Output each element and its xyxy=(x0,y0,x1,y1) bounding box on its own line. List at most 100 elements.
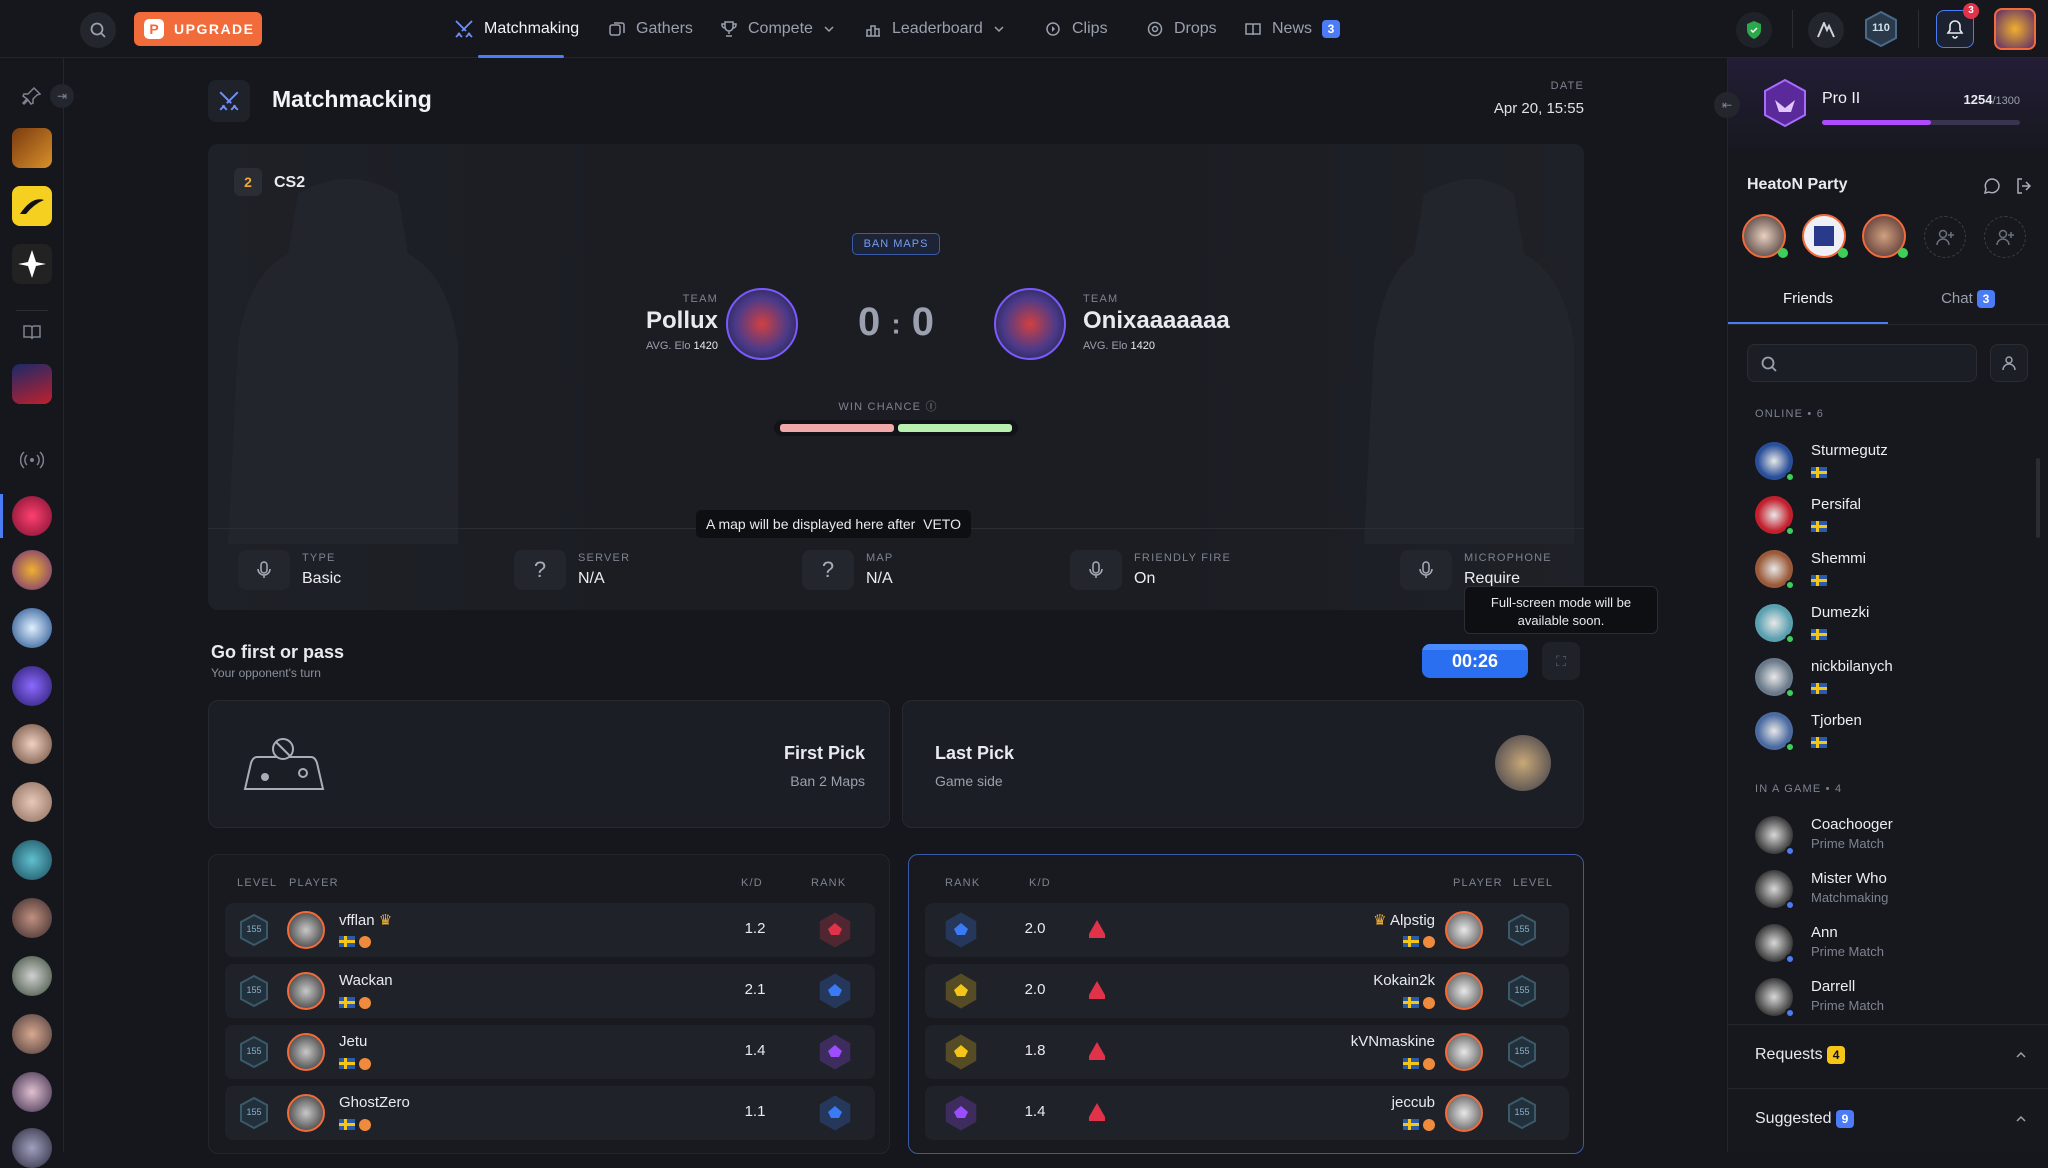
t1-header-level: LEVEL xyxy=(237,877,278,889)
table-row[interactable]: 155 GhostZero 1.1 xyxy=(225,1086,875,1140)
player-name[interactable]: jeccub xyxy=(1225,1094,1435,1111)
friend-item[interactable]: Persifal xyxy=(1755,492,2035,540)
collapse-panel-button[interactable]: ⇤ xyxy=(1714,92,1740,118)
nav-gathers[interactable]: Gathers xyxy=(608,0,693,58)
book-icon[interactable] xyxy=(22,322,42,342)
team1-logo[interactable] xyxy=(726,288,798,360)
shield-button[interactable] xyxy=(1736,12,1772,48)
table-row[interactable]: 1.8 kVNmaskine 155 xyxy=(925,1025,1569,1079)
player-name[interactable]: vfflan ♛ xyxy=(339,911,392,929)
type-icon-box xyxy=(238,550,290,590)
team2-logo[interactable] xyxy=(994,288,1066,360)
friends-scrollbar[interactable] xyxy=(2036,458,2040,538)
user-avatar[interactable] xyxy=(1994,8,2036,50)
last-pick-card[interactable]: Last Pick Game side xyxy=(902,700,1584,828)
first-pick-card[interactable]: First Pick Ban 2 Maps xyxy=(208,700,890,828)
rail-avatar-11[interactable] xyxy=(12,1072,52,1112)
table-row[interactable]: 155 Wackan 2.1 xyxy=(225,964,875,1018)
rail-avatar-5[interactable] xyxy=(12,724,52,764)
level-chip-value: 110 xyxy=(1872,22,1890,34)
table-row[interactable]: 1.4 jeccub 155 xyxy=(925,1086,1569,1140)
pin-icon[interactable] xyxy=(22,86,42,106)
friend-status: Prime Match xyxy=(1811,836,1884,851)
rail-avatar-9[interactable] xyxy=(12,956,52,996)
news-badge: 3 xyxy=(1322,20,1341,38)
friend-item[interactable]: Dumezki xyxy=(1755,600,2035,648)
player-avatar[interactable] xyxy=(287,972,325,1010)
map-icon-box: ? xyxy=(802,550,854,590)
rail-avatar-10[interactable] xyxy=(12,1014,52,1054)
friend-item[interactable]: Mister Who Matchmaking xyxy=(1755,866,2035,914)
table-row[interactable]: 155 vfflan ♛ 1.2 xyxy=(225,903,875,957)
server-value: N/A xyxy=(578,570,605,587)
suggested-section[interactable]: Suggested 9 xyxy=(1755,1110,1854,1128)
player-name[interactable]: GhostZero xyxy=(339,1094,410,1111)
game-star-icon[interactable] xyxy=(12,244,52,284)
upgrade-button[interactable]: P UPGRADE xyxy=(134,12,262,46)
friend-item[interactable]: Ann Prime Match xyxy=(1755,920,2035,968)
nav-clips[interactable]: Clips xyxy=(1044,0,1108,58)
brand-button[interactable] xyxy=(1808,12,1844,48)
player-name[interactable]: Wackan xyxy=(339,972,393,989)
soldier-right-decoration xyxy=(1364,179,1574,544)
rail-avatar-7[interactable] xyxy=(12,840,52,880)
player-avatar[interactable] xyxy=(1445,1033,1483,1071)
friend-item[interactable]: nickbilanych xyxy=(1755,654,2035,702)
friend-item[interactable]: Darrell Prime Match xyxy=(1755,974,2035,1022)
friend-item[interactable]: Shemmi xyxy=(1755,546,2035,594)
rail-avatar-12[interactable] xyxy=(12,1128,52,1168)
nav-compete[interactable]: Compete xyxy=(720,0,835,58)
invite-slot-2[interactable] xyxy=(1984,216,2026,258)
crown-icon: ♛ xyxy=(1373,912,1387,929)
player-avatar[interactable] xyxy=(1445,972,1483,1010)
tab-friends[interactable]: Friends xyxy=(1728,274,1888,324)
chevron-up-icon[interactable] xyxy=(2014,1048,2028,1062)
player-avatar[interactable] xyxy=(1445,911,1483,949)
info-circle-icon[interactable]: ⓘ xyxy=(925,401,937,413)
level-chip[interactable]: 110 xyxy=(1862,10,1900,48)
game-corsair-icon[interactable] xyxy=(12,186,52,226)
player-avatar[interactable] xyxy=(287,1033,325,1071)
requests-section[interactable]: Requests 4 xyxy=(1755,1046,1846,1064)
leave-party-icon[interactable] xyxy=(2014,176,2034,196)
rail-avatar-8[interactable] xyxy=(12,898,52,938)
ban-maps-tag[interactable]: BAN MAPS xyxy=(852,233,940,255)
event-banner-icon[interactable] xyxy=(12,364,52,404)
rail-avatar-4[interactable] xyxy=(12,666,52,706)
table-row[interactable]: 2.0 Kokain2k 155 xyxy=(925,964,1569,1018)
chevron-up-icon[interactable] xyxy=(2014,1112,2028,1126)
game-legends-icon[interactable] xyxy=(12,128,52,168)
add-friend-button[interactable] xyxy=(1990,344,2028,382)
table-row[interactable]: 2.0 ♛ Alpstig 155 xyxy=(925,903,1569,957)
win-chance-label: WIN CHANCE ⓘ xyxy=(838,401,938,413)
friend-item[interactable]: Tjorben xyxy=(1755,708,2035,756)
rail-avatar-6[interactable] xyxy=(12,782,52,822)
broadcast-icon[interactable] xyxy=(20,450,44,470)
player-avatar[interactable] xyxy=(287,911,325,949)
friend-item[interactable]: Sturmegutz xyxy=(1755,438,2035,486)
invite-slot-1[interactable] xyxy=(1924,216,1966,258)
player-avatar[interactable] xyxy=(287,1094,325,1132)
rail-avatar-2[interactable] xyxy=(12,550,52,590)
player-avatar[interactable] xyxy=(1445,1094,1483,1132)
rail-avatar-3[interactable] xyxy=(12,608,52,648)
nav-leaderboard[interactable]: Leaderboard xyxy=(864,0,1005,58)
nav-news[interactable]: News 3 xyxy=(1244,0,1341,58)
chat-bubble-icon[interactable] xyxy=(1982,176,2002,196)
collapse-rail-button[interactable]: ⇥ xyxy=(50,84,74,108)
player-name[interactable]: Kokain2k xyxy=(1225,972,1435,989)
search-button[interactable] xyxy=(80,12,116,48)
table-row[interactable]: 155 Jetu 1.4 xyxy=(225,1025,875,1079)
player-name[interactable]: kVNmaskine xyxy=(1225,1033,1435,1050)
rail-avatar-1[interactable] xyxy=(12,496,52,536)
friend-item[interactable]: Coachooger Prime Match xyxy=(1755,812,2035,860)
player-name[interactable]: ♛ Alpstig xyxy=(1225,911,1435,929)
player-name[interactable]: Jetu xyxy=(339,1033,367,1050)
tab-chat[interactable]: Chat 3 xyxy=(1888,274,2048,324)
friends-search-input[interactable] xyxy=(1747,344,1977,382)
nav-drops[interactable]: Drops xyxy=(1146,0,1217,58)
rank-badge-icon xyxy=(819,1034,851,1070)
fullscreen-button[interactable]: ⛶ xyxy=(1542,642,1580,680)
gathers-icon xyxy=(608,20,626,38)
nav-matchmaking[interactable]: Matchmaking xyxy=(454,0,579,58)
